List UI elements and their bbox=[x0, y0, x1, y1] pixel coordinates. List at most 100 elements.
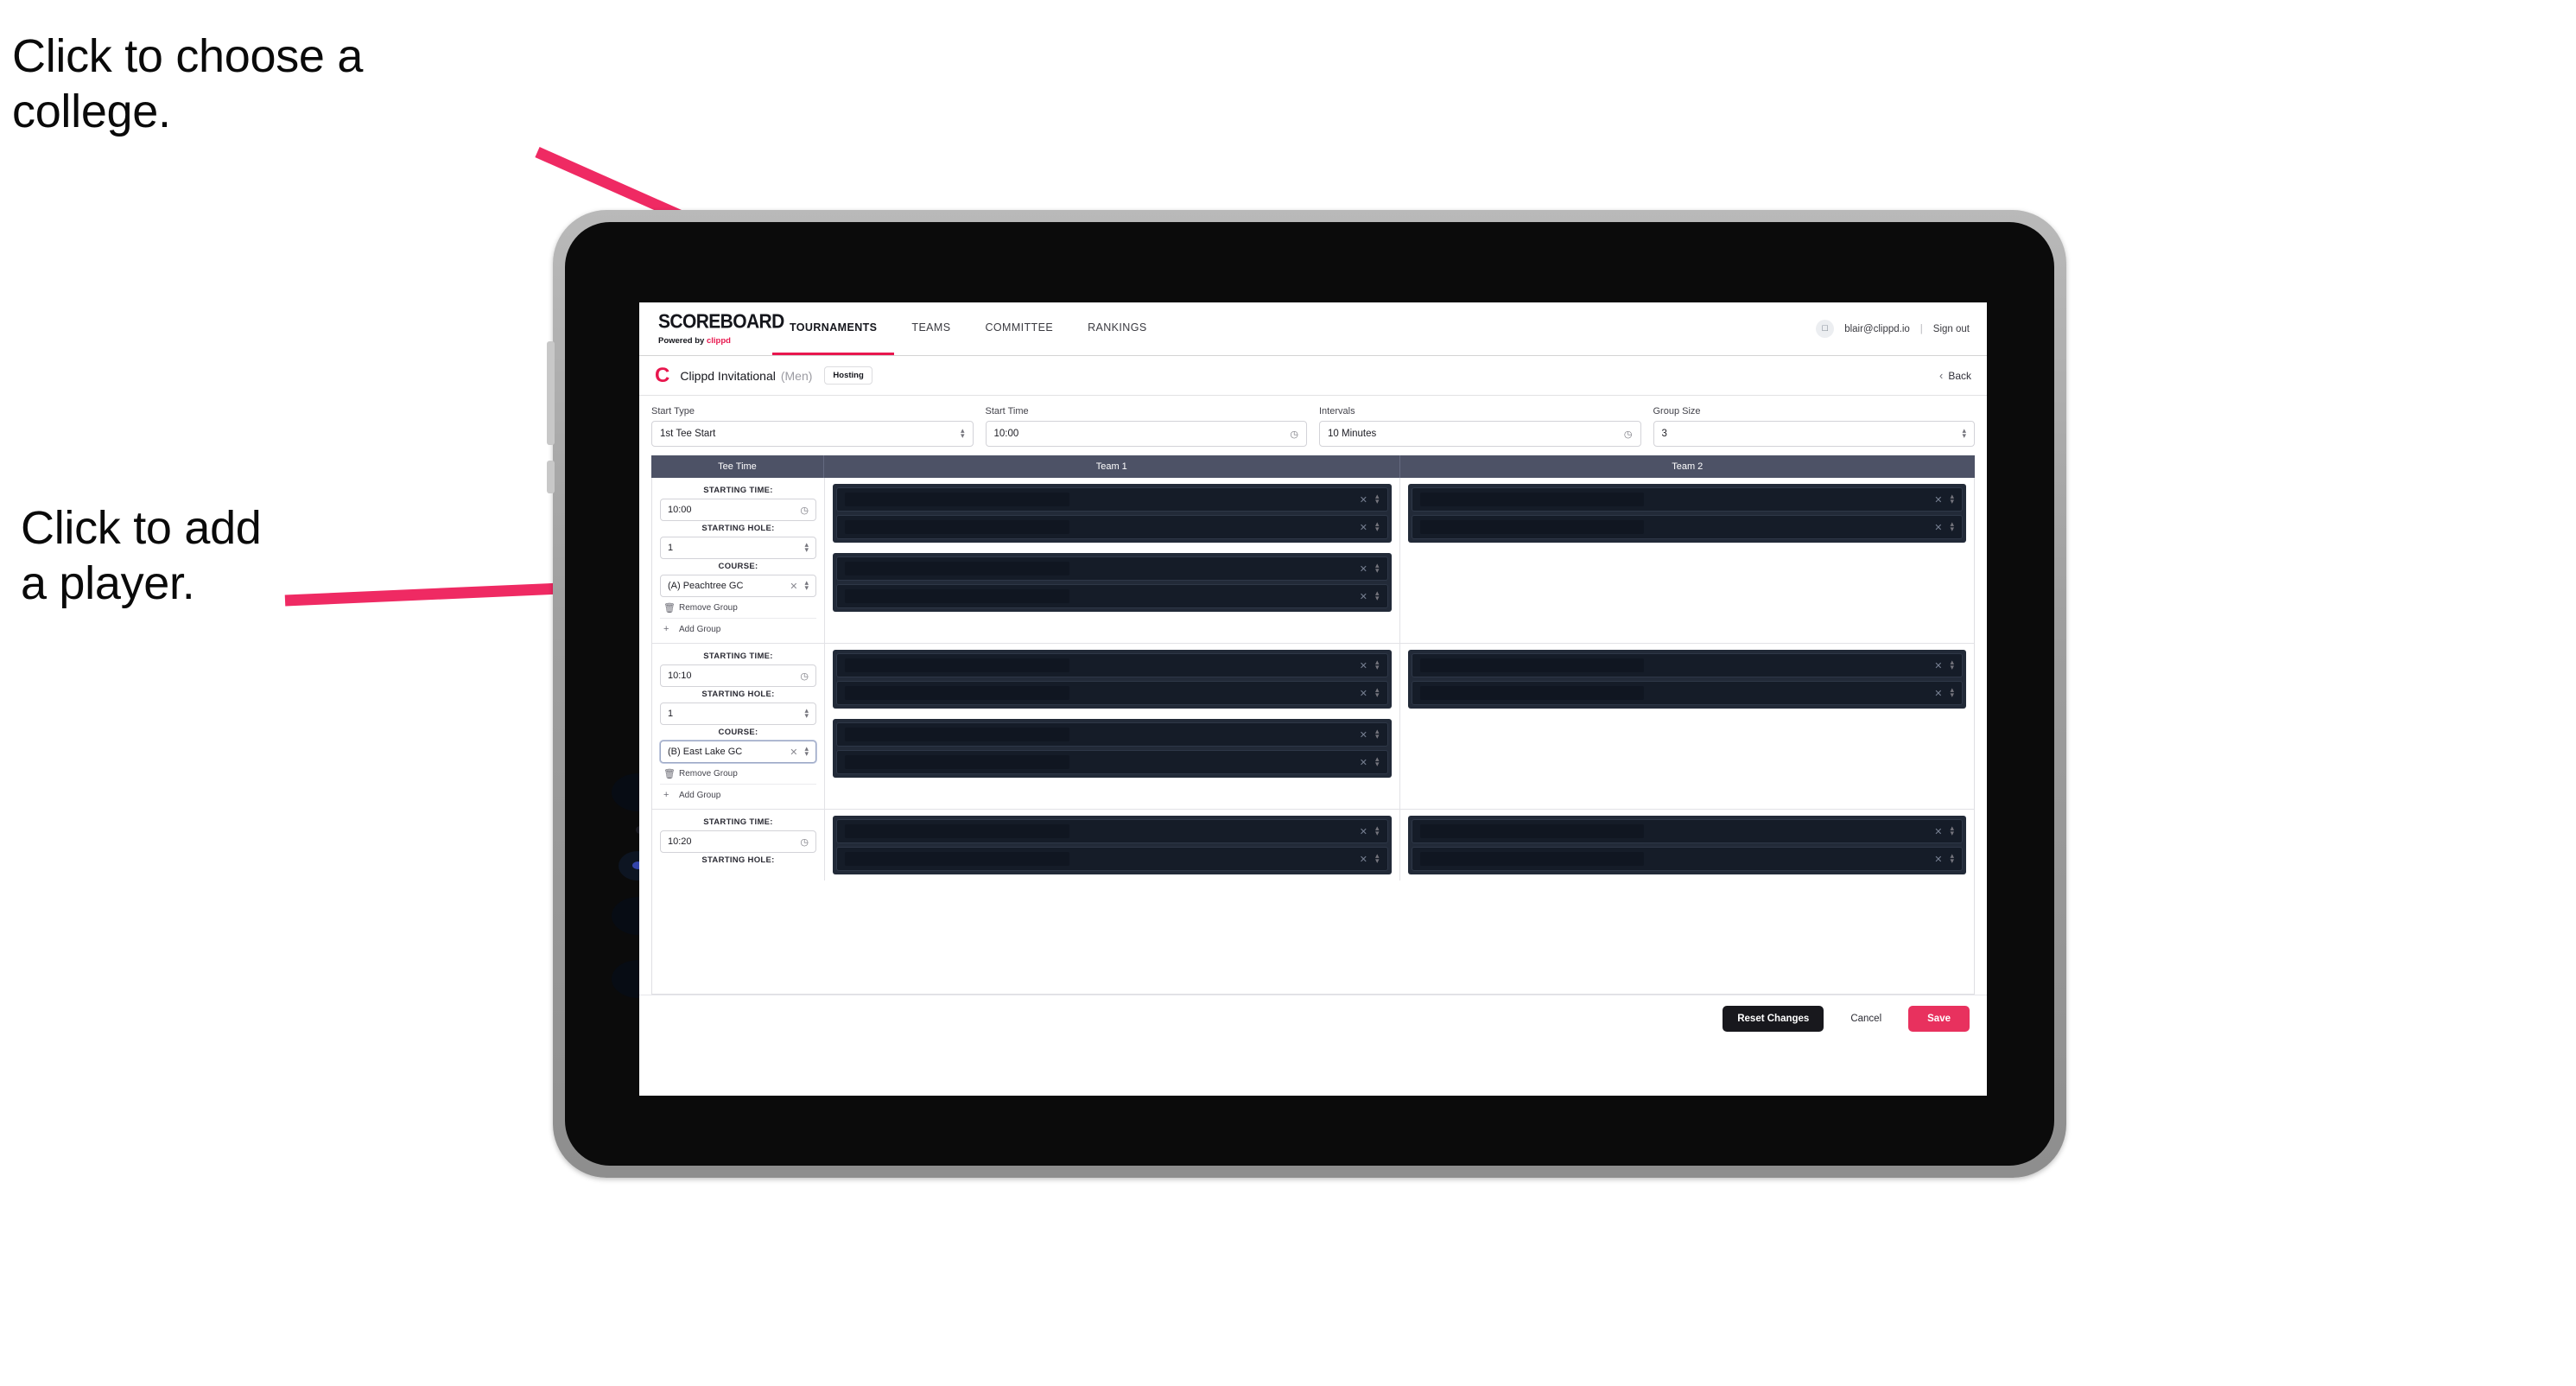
remove-player-icon[interactable]: ✕ bbox=[1360, 854, 1367, 865]
add-group-button[interactable]: + Add Group bbox=[660, 619, 816, 639]
course-select[interactable]: (B) East Lake GC ✕ ▴ ▾ bbox=[660, 741, 816, 763]
remove-group-button[interactable]: 🗑 Remove Group bbox=[660, 763, 816, 785]
stepper-icon[interactable]: ▴ ▾ bbox=[804, 745, 809, 758]
tee-sheet-body[interactable]: STARTING TIME: 10:00 ◷ STARTING HOLE: 1 ▴ ▾ COU… bbox=[651, 478, 1975, 995]
group-size-stepper[interactable]: 3 ▴ ▾ bbox=[1653, 421, 1975, 447]
remove-player-icon[interactable]: ✕ bbox=[1934, 522, 1942, 533]
stepper-icon[interactable]: ▴ ▾ bbox=[1375, 562, 1380, 575]
brand-logo[interactable]: SCOREBOARD Powered by clippd bbox=[639, 302, 784, 355]
starting-hole-stepper[interactable]: 1 ▴ ▾ bbox=[660, 703, 816, 725]
nav-item-teams[interactable]: TEAMS bbox=[894, 302, 968, 355]
player-slot[interactable]: ✕ ▴ ▾ bbox=[836, 681, 1388, 705]
stepper-icon[interactable]: ▴ ▾ bbox=[1375, 728, 1380, 741]
player-group-1-1[interactable]: ✕ ▴ ▾ ✕ ▴ ▾ bbox=[833, 650, 1392, 709]
clear-course-icon[interactable]: ✕ bbox=[790, 747, 797, 758]
stepper-icon[interactable]: ▴ ▾ bbox=[1950, 824, 1954, 837]
clock-icon[interactable]: ◷ bbox=[800, 505, 809, 516]
player-group-1-2[interactable]: ✕ ▴ ▾ ✕ ▴ ▾ bbox=[833, 816, 1392, 874]
user-avatar-icon[interactable]: ☐ bbox=[1816, 320, 1835, 338]
player-slot[interactable]: ✕ ▴ ▾ bbox=[1411, 847, 1963, 871]
player-slot[interactable]: ✕ ▴ ▾ bbox=[1411, 819, 1963, 843]
remove-player-icon[interactable]: ✕ bbox=[1934, 494, 1942, 505]
clock-icon[interactable]: ◷ bbox=[800, 671, 809, 682]
player-slot[interactable]: ✕ ▴ ▾ bbox=[836, 487, 1388, 512]
remove-player-icon[interactable]: ✕ bbox=[1360, 522, 1367, 533]
player-slot[interactable]: ✕ ▴ ▾ bbox=[836, 722, 1388, 747]
remove-player-icon[interactable]: ✕ bbox=[1934, 688, 1942, 699]
start-time-input[interactable]: 10:00 ◷ bbox=[985, 421, 1307, 447]
player-slot[interactable]: ✕ ▴ ▾ bbox=[836, 653, 1388, 677]
volume-button[interactable] bbox=[547, 341, 555, 445]
stepper-icon[interactable]: ▴ ▾ bbox=[804, 579, 809, 592]
stepper-icon[interactable]: ▴ ▾ bbox=[1950, 658, 1954, 671]
stepper-icon[interactable]: ▴ ▾ bbox=[1375, 852, 1380, 865]
remove-player-icon[interactable]: ✕ bbox=[1360, 729, 1367, 741]
player-group-2-1[interactable]: ✕ ▴ ▾ ✕ ▴ ▾ bbox=[1407, 650, 1966, 709]
stepper-icon[interactable]: ▴ ▾ bbox=[1375, 658, 1380, 671]
stepper-icon[interactable]: ▴ ▾ bbox=[1950, 686, 1954, 699]
intervals-input[interactable]: 10 Minutes ◷ bbox=[1319, 421, 1641, 447]
stepper-icon[interactable]: ▴ ▾ bbox=[1950, 493, 1954, 505]
remove-player-icon[interactable]: ✕ bbox=[1360, 494, 1367, 505]
clear-course-icon[interactable]: ✕ bbox=[790, 581, 797, 592]
team-1-cell[interactable]: ✕ ▴ ▾ ✕ ▴ ▾ ✕ ▴ ▾ ✕ ▴ ▾ bbox=[825, 644, 1400, 809]
player-group-1-1[interactable]: ✕ ▴ ▾ ✕ ▴ ▾ bbox=[833, 719, 1392, 778]
remove-player-icon[interactable]: ✕ bbox=[1934, 660, 1942, 671]
team-2-cell[interactable]: ✕ ▴ ▾ ✕ ▴ ▾ bbox=[1399, 810, 1974, 881]
remove-player-icon[interactable]: ✕ bbox=[1360, 826, 1367, 837]
clock-icon[interactable]: ◷ bbox=[1290, 429, 1298, 440]
cancel-button[interactable]: Cancel bbox=[1836, 1006, 1896, 1032]
add-group-button[interactable]: + Add Group bbox=[660, 785, 816, 804]
stepper-icon[interactable]: ▴ ▾ bbox=[804, 541, 809, 554]
player-slot[interactable]: ✕ ▴ ▾ bbox=[836, 515, 1388, 539]
nav-item-tournaments[interactable]: TOURNAMENTS bbox=[772, 302, 895, 355]
player-group-1-0[interactable]: ✕ ▴ ▾ ✕ ▴ ▾ bbox=[833, 553, 1392, 612]
player-slot[interactable]: ✕ ▴ ▾ bbox=[1411, 487, 1963, 512]
stepper-icon[interactable]: ▴ ▾ bbox=[1375, 520, 1380, 533]
remove-player-icon[interactable]: ✕ bbox=[1360, 757, 1367, 768]
player-slot[interactable]: ✕ ▴ ▾ bbox=[1411, 681, 1963, 705]
stepper-icon[interactable]: ▴ ▾ bbox=[804, 707, 809, 720]
player-slot[interactable]: ✕ ▴ ▾ bbox=[836, 819, 1388, 843]
save-button[interactable]: Save bbox=[1908, 1005, 1970, 1032]
sign-out-link[interactable]: Sign out bbox=[1933, 324, 1970, 334]
clock-icon[interactable]: ◷ bbox=[800, 836, 809, 848]
remove-group-button[interactable]: 🗑 Remove Group bbox=[660, 597, 816, 619]
back-button[interactable]: ‹ Back bbox=[1939, 369, 1971, 382]
stepper-icon[interactable]: ▴ ▾ bbox=[1375, 755, 1380, 768]
player-slot[interactable]: ✕ ▴ ▾ bbox=[1411, 653, 1963, 677]
stepper-icon[interactable]: ▴ ▾ bbox=[1375, 493, 1380, 505]
remove-player-icon[interactable]: ✕ bbox=[1360, 660, 1367, 671]
stepper-icon[interactable]: ▴ ▾ bbox=[1950, 852, 1954, 865]
team-1-cell[interactable]: ✕ ▴ ▾ ✕ ▴ ▾ ✕ ▴ ▾ ✕ ▴ ▾ bbox=[825, 478, 1400, 643]
remove-player-icon[interactable]: ✕ bbox=[1360, 591, 1367, 602]
player-group-2-0[interactable]: ✕ ▴ ▾ ✕ ▴ ▾ bbox=[1407, 484, 1966, 543]
starting-time-input[interactable]: 10:10 ◷ bbox=[660, 664, 816, 687]
remove-player-icon[interactable]: ✕ bbox=[1934, 854, 1942, 865]
nav-item-rankings[interactable]: RANKINGS bbox=[1070, 302, 1164, 355]
power-button[interactable] bbox=[547, 461, 555, 493]
nav-item-committee[interactable]: COMMITTEE bbox=[968, 302, 1070, 355]
reset-changes-button[interactable]: Reset Changes bbox=[1723, 1005, 1824, 1032]
player-group-1-0[interactable]: ✕ ▴ ▾ ✕ ▴ ▾ bbox=[833, 484, 1392, 543]
stepper-icon[interactable]: ▴ ▾ bbox=[961, 427, 965, 440]
stepper-icon[interactable]: ▴ ▾ bbox=[1375, 686, 1380, 699]
start-type-select[interactable]: 1st Tee Start ▴ ▾ bbox=[651, 421, 974, 447]
stepper-icon[interactable]: ▴ ▾ bbox=[1962, 427, 1966, 440]
team-1-cell[interactable]: ✕ ▴ ▾ ✕ ▴ ▾ bbox=[825, 810, 1400, 881]
starting-time-input[interactable]: 10:20 ◷ bbox=[660, 830, 816, 853]
player-slot[interactable]: ✕ ▴ ▾ bbox=[836, 847, 1388, 871]
player-slot[interactable]: ✕ ▴ ▾ bbox=[1411, 515, 1963, 539]
stepper-icon[interactable]: ▴ ▾ bbox=[1375, 824, 1380, 837]
stepper-icon[interactable]: ▴ ▾ bbox=[1375, 589, 1380, 602]
player-slot[interactable]: ✕ ▴ ▾ bbox=[836, 750, 1388, 774]
team-2-cell[interactable]: ✕ ▴ ▾ ✕ ▴ ▾ bbox=[1399, 644, 1974, 809]
player-slot[interactable]: ✕ ▴ ▾ bbox=[836, 584, 1388, 608]
starting-time-input[interactable]: 10:00 ◷ bbox=[660, 499, 816, 521]
clock-icon[interactable]: ◷ bbox=[1624, 429, 1633, 440]
remove-player-icon[interactable]: ✕ bbox=[1360, 563, 1367, 575]
team-2-cell[interactable]: ✕ ▴ ▾ ✕ ▴ ▾ bbox=[1399, 478, 1974, 643]
player-slot[interactable]: ✕ ▴ ▾ bbox=[836, 556, 1388, 581]
remove-player-icon[interactable]: ✕ bbox=[1934, 826, 1942, 837]
remove-player-icon[interactable]: ✕ bbox=[1360, 688, 1367, 699]
